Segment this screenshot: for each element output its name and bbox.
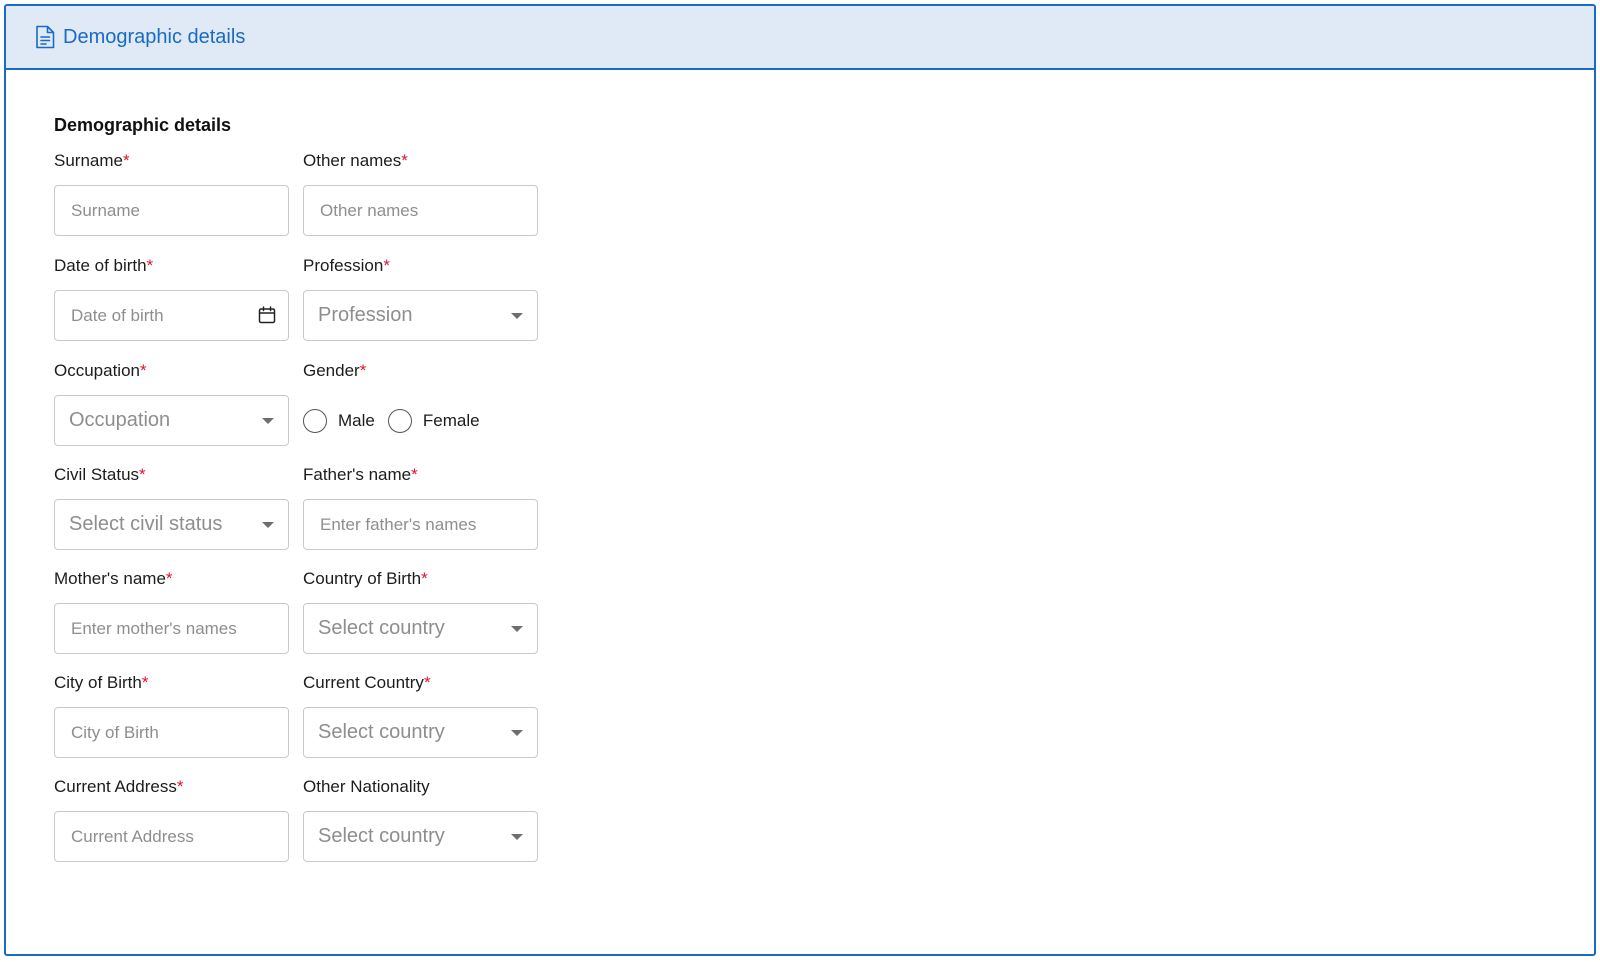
section-title: Demographic details [54, 115, 232, 135]
gender-option-female[interactable]: Female [387, 408, 480, 433]
other-nationality-select[interactable]: Select country [303, 811, 538, 862]
fathers-name-input-box [303, 499, 538, 550]
date-of-birth-field: Date of birth* [54, 255, 289, 341]
civil-status-field: Civil Status* Select civil status [54, 464, 289, 550]
other-names-label: Other names* [303, 151, 408, 170]
city-of-birth-label: City of Birth* [54, 673, 149, 692]
date-of-birth-input-box [54, 290, 289, 341]
radio-label-female: Female [422, 410, 480, 430]
panel-header: Demographic details [6, 6, 1594, 70]
gender-radio-group: Male Female [303, 395, 538, 446]
country-of-birth-select-value: Select country [318, 617, 445, 639]
mothers-name-label: Mother's name* [54, 569, 173, 588]
chevron-down-icon [262, 418, 274, 424]
radio-label-male: Male [338, 410, 375, 430]
fathers-name-input[interactable] [304, 500, 537, 549]
profession-field: Profession* Profession [303, 255, 538, 341]
country-of-birth-label: Country of Birth* [303, 569, 428, 588]
other-names-input-box [303, 185, 538, 236]
required-marker: * [122, 151, 130, 170]
required-marker: * [359, 361, 367, 380]
surname-label: Surname* [54, 151, 130, 170]
country-of-birth-select[interactable]: Select country [303, 603, 538, 654]
profession-select-value: Profession [318, 304, 413, 326]
current-country-select[interactable]: Select country [303, 707, 538, 758]
required-marker: * [140, 361, 147, 380]
current-address-field: Current Address* [54, 776, 289, 862]
required-marker: * [411, 465, 418, 484]
panel-title: Demographic details [63, 25, 246, 48]
date-of-birth-input[interactable] [55, 291, 288, 340]
mothers-name-field: Mother's name* [54, 568, 289, 654]
document-icon [36, 25, 55, 49]
chevron-down-icon [511, 313, 523, 319]
chevron-down-icon [511, 730, 523, 736]
date-of-birth-label: Date of birth* [54, 256, 154, 275]
profession-label: Profession* [303, 256, 390, 275]
chevron-down-icon [511, 834, 523, 840]
required-marker: * [401, 151, 408, 170]
radio-button-female[interactable] [387, 408, 412, 433]
required-marker: * [146, 256, 154, 275]
city-of-birth-field: City of Birth* [54, 672, 289, 758]
civil-status-select-value: Select civil status [69, 513, 223, 535]
fathers-name-label: Father's name* [303, 465, 418, 484]
current-address-input-box [54, 811, 289, 862]
civil-status-label: Civil Status* [54, 465, 146, 484]
radio-button-male[interactable] [303, 408, 327, 433]
gender-label: Gender* [303, 361, 367, 380]
occupation-select-value: Occupation [69, 409, 171, 431]
chevron-down-icon [511, 626, 523, 632]
current-country-label: Current Country* [303, 673, 431, 692]
profession-select[interactable]: Profession [303, 290, 538, 341]
city-of-birth-input-box [54, 707, 289, 758]
other-names-field: Other names* [303, 150, 538, 236]
occupation-field: Occupation* Occupation [54, 360, 289, 446]
country-of-birth-field: Country of Birth* Select country [303, 568, 538, 654]
surname-field: Surname* [54, 150, 289, 236]
mothers-name-input[interactable] [55, 604, 288, 653]
required-marker: * [383, 256, 390, 275]
other-nationality-select-value: Select country [318, 825, 445, 847]
gender-field: Gender* Male Female [303, 360, 538, 446]
civil-status-select[interactable]: Select civil status [54, 499, 289, 550]
occupation-label: Occupation* [54, 361, 147, 380]
city-of-birth-input[interactable] [55, 708, 288, 757]
gender-option-male[interactable]: Male [303, 408, 375, 433]
current-address-label: Current Address* [54, 777, 184, 796]
occupation-select[interactable]: Occupation [54, 395, 289, 446]
surname-input[interactable] [55, 186, 288, 235]
chevron-down-icon [262, 522, 274, 528]
calendar-icon[interactable] [258, 306, 276, 324]
required-marker: * [176, 777, 184, 796]
current-address-input[interactable] [55, 812, 288, 861]
other-nationality-field: Other Nationality Select country [303, 776, 538, 862]
required-marker: * [423, 673, 431, 692]
required-marker: * [139, 465, 146, 484]
current-country-select-value: Select country [318, 721, 445, 743]
fathers-name-field: Father's name* [303, 464, 538, 550]
current-country-field: Current Country* Select country [303, 672, 538, 758]
surname-input-box [54, 185, 289, 236]
required-marker: * [165, 569, 173, 588]
mothers-name-input-box [54, 603, 289, 654]
other-nationality-label: Other Nationality [303, 777, 430, 796]
required-marker: * [141, 673, 149, 692]
other-names-input[interactable] [304, 186, 537, 235]
demographic-details-panel: Demographic details Demographic details … [4, 4, 1596, 956]
required-marker: * [421, 569, 428, 588]
